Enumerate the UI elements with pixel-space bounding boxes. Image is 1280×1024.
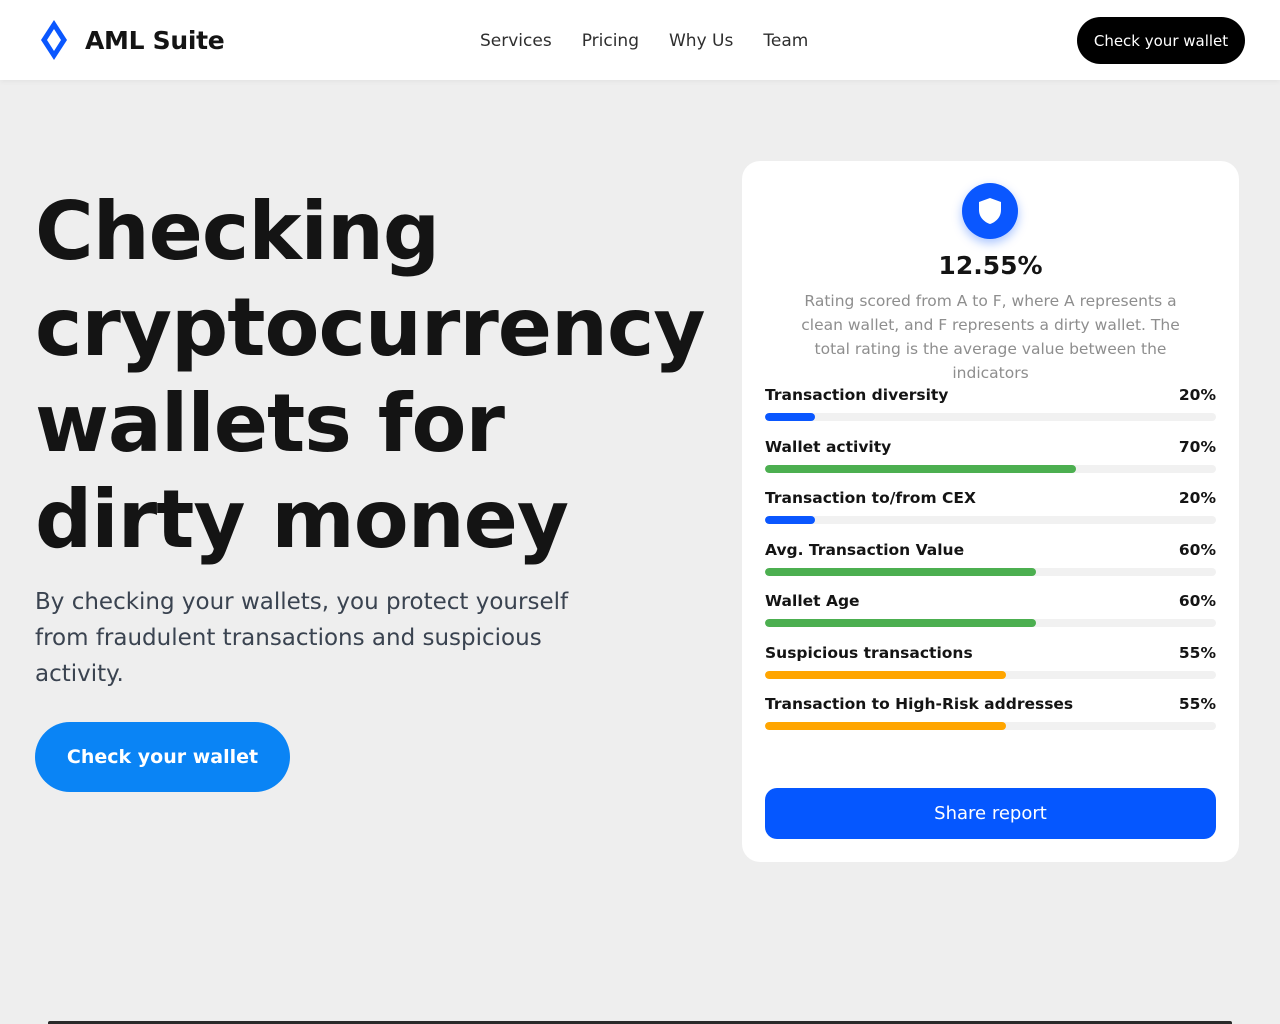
- progress-fill: [765, 464, 1077, 473]
- progress-track: [765, 670, 1216, 679]
- metric-row: Suspicious transactions 55%: [765, 644, 1216, 696]
- progress-track: [765, 619, 1216, 627]
- metrics-list: Transaction diversity 20% Wallet activit…: [765, 386, 1216, 747]
- progress-track: [765, 722, 1216, 730]
- progress-fill: [765, 619, 1036, 627]
- hero-title: Checking cryptocurrency wallets for dirt…: [35, 185, 706, 566]
- hero-check-wallet-button[interactable]: Check your wallet: [35, 722, 290, 792]
- metric-label: Wallet activity: [765, 437, 892, 456]
- metric-value: 60%: [1178, 540, 1216, 559]
- progress-track: [765, 413, 1216, 421]
- score-description: Rating scored from A to F, where A repre…: [801, 292, 1180, 382]
- progress-track: [765, 464, 1216, 473]
- nav-link-pricing[interactable]: Pricing: [582, 30, 639, 52]
- metric-row: Transaction to High-Risk addresses 55%: [765, 695, 1216, 747]
- site-header: AML Suite Services Pricing Why Us Team C…: [0, 0, 1280, 80]
- metric-label: Wallet Age: [765, 592, 860, 610]
- risk-score: 12.55%: [938, 251, 1043, 280]
- metric-value: 70%: [1178, 437, 1216, 456]
- metric-row: Transaction diversity 20%: [765, 386, 1216, 438]
- metric-label: Transaction to/from CEX: [765, 489, 976, 507]
- header-check-wallet-button[interactable]: Check your wallet: [1077, 17, 1245, 64]
- logo[interactable]: AML Suite: [38, 18, 225, 62]
- metric-value: 20%: [1178, 386, 1216, 404]
- nav-link-why-us[interactable]: Why Us: [669, 30, 733, 52]
- progress-fill: [765, 413, 815, 421]
- metric-label: Suspicious transactions: [765, 643, 973, 662]
- nav-link-services[interactable]: Services: [480, 30, 552, 52]
- main-nav: Services Pricing Why Us Team: [480, 30, 838, 52]
- metric-value: 60%: [1178, 592, 1216, 610]
- progress-fill: [765, 516, 815, 524]
- progress-track: [765, 516, 1216, 524]
- progress-fill: [765, 670, 1007, 679]
- diamond-logo-icon: [41, 20, 67, 60]
- metric-label: Transaction to High-Risk addresses: [765, 695, 1074, 713]
- metric-row: Avg. Transaction Value 60%: [765, 541, 1216, 593]
- shield-badge: [962, 183, 1018, 239]
- hero-subtitle: By checking your wallets, you protect yo…: [35, 589, 569, 687]
- metric-row: Wallet Age 60%: [765, 592, 1216, 644]
- progress-track: [765, 567, 1216, 576]
- share-report-button[interactable]: Share report: [765, 788, 1216, 839]
- metric-row: Wallet activity 70%: [765, 438, 1216, 490]
- report-card: 12.55% Rating scored from A to F, where …: [742, 161, 1239, 862]
- progress-fill: [765, 567, 1036, 576]
- metric-row: Transaction to/from CEX 20%: [765, 489, 1216, 541]
- nav-link-team[interactable]: Team: [763, 30, 808, 52]
- metric-label: Transaction diversity: [765, 386, 949, 404]
- metric-value: 55%: [1178, 695, 1216, 713]
- metric-value: 55%: [1178, 643, 1216, 662]
- progress-fill: [765, 722, 1007, 730]
- metric-value: 20%: [1178, 489, 1216, 507]
- metric-label: Avg. Transaction Value: [765, 540, 965, 559]
- shield-icon: [979, 198, 1001, 224]
- brand-name: AML Suite: [85, 25, 225, 55]
